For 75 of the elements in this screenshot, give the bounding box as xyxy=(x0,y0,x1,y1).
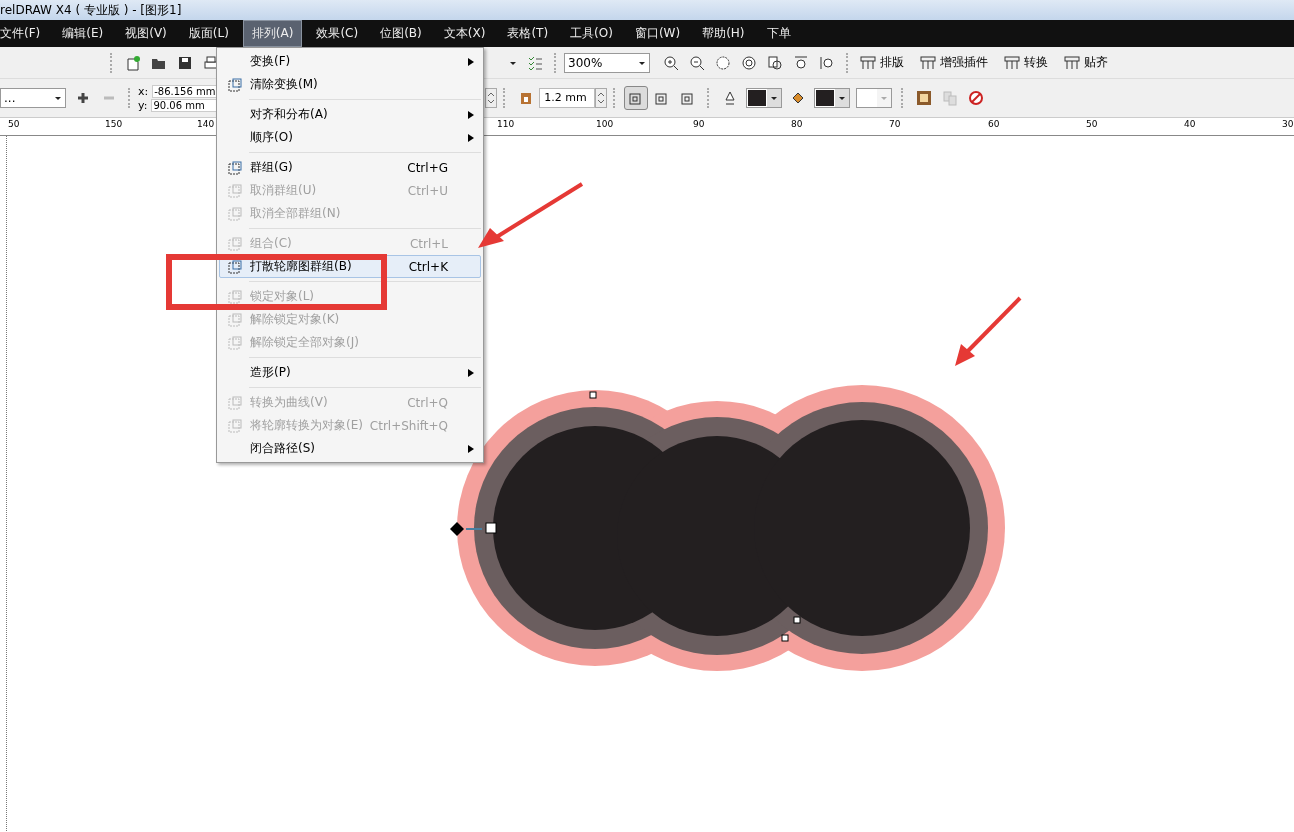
menu-item[interactable]: 群组(G) Ctrl+G xyxy=(219,156,481,179)
dropdown-caret-icon xyxy=(770,94,779,102)
x-label: x: xyxy=(138,84,149,98)
ruler-label: 80 xyxy=(791,119,803,129)
zoom-all-icon[interactable] xyxy=(741,54,757,71)
toolbar-button[interactable]: 转换 xyxy=(1000,50,1060,75)
printer-icon[interactable] xyxy=(203,54,219,71)
color-picker[interactable] xyxy=(856,88,893,108)
ruler-label: 50 xyxy=(8,119,20,129)
spinner-icon[interactable] xyxy=(595,88,608,108)
dropdown-caret-icon xyxy=(54,94,62,102)
new-document-icon[interactable] xyxy=(125,54,141,71)
menu-item[interactable]: 帮助(H) xyxy=(694,21,753,46)
menu-item[interactable]: 闭合路径(S) xyxy=(219,437,481,460)
contour-direction-toggle[interactable] xyxy=(624,86,649,110)
outline-width-field[interactable]: 1.2 mm xyxy=(539,88,596,108)
menu-item[interactable]: 窗口(W) xyxy=(626,21,689,46)
y-label: y: xyxy=(138,98,148,112)
ruler-label: 30 xyxy=(1282,119,1294,129)
menu-item[interactable]: 编辑(E) xyxy=(54,21,112,46)
ruler-label: 50 xyxy=(1086,119,1098,129)
outline-color-picker[interactable] xyxy=(746,88,783,108)
annotation-arrow xyxy=(955,296,1022,366)
zoom-selected-icon[interactable] xyxy=(715,54,731,71)
menu-item[interactable]: 视图(V) xyxy=(117,21,175,46)
toolbar-button[interactable]: 贴齐 xyxy=(1060,50,1120,75)
save-icon[interactable] xyxy=(177,54,193,71)
x-position-field[interactable]: -86.156 mm xyxy=(152,84,219,98)
menu-item[interactable]: 文件(F) xyxy=(0,21,49,46)
menu-item[interactable]: 变换(F) xyxy=(219,50,481,73)
menu-item[interactable]: 造形(P) xyxy=(219,361,481,384)
plus-icon[interactable] xyxy=(75,90,91,106)
menu-item[interactable]: 下单 xyxy=(758,21,799,46)
dropdown-caret-icon xyxy=(880,94,889,102)
ruler-label: 60 xyxy=(988,119,1000,129)
menu-item[interactable]: 顺序(O) xyxy=(219,126,481,149)
frame-icon[interactable] xyxy=(916,90,933,106)
toolbar-icon xyxy=(920,54,936,71)
toolbar-button[interactable]: 排版 xyxy=(856,50,916,75)
zoom-out-icon[interactable] xyxy=(689,54,705,71)
menu-item[interactable]: 表格(T) xyxy=(499,21,557,46)
zoom-width-icon[interactable] xyxy=(793,54,809,71)
ruler-label: 140 xyxy=(197,119,215,129)
menu-item[interactable]: 对齐和分布(A) xyxy=(219,103,481,126)
menu-item[interactable]: 文本(X) xyxy=(435,21,494,46)
zoom-in-icon[interactable] xyxy=(663,54,679,71)
ruler-label: 110 xyxy=(497,119,515,129)
menu-item[interactable]: 清除变换(M) xyxy=(219,73,481,96)
zoom-combo[interactable]: 300% xyxy=(564,52,650,73)
menu-item[interactable]: 工具(O) xyxy=(562,21,621,46)
ruler-label: 40 xyxy=(1184,119,1196,129)
toolbar-icon xyxy=(1064,54,1080,71)
selection-handles[interactable] xyxy=(450,391,801,642)
object-combo[interactable]: ... xyxy=(0,88,66,108)
ruler-label: 150 xyxy=(105,119,123,129)
menu-item[interactable]: 效果(C) xyxy=(308,21,367,46)
blob-shape-drawing[interactable] xyxy=(457,385,1005,671)
toolbar-button[interactable]: 增强插件 xyxy=(916,50,1000,75)
spinner-icon[interactable] xyxy=(485,88,498,108)
zoom-height-icon[interactable] xyxy=(819,54,835,71)
menu-item[interactable]: 位图(B) xyxy=(372,21,430,46)
menu-item[interactable]: 排列(A) xyxy=(242,20,303,47)
fill-color-picker[interactable] xyxy=(814,88,851,108)
menu-item[interactable]: 版面(L) xyxy=(180,21,237,46)
toolbar-icon xyxy=(1004,54,1020,71)
ruler-label: 70 xyxy=(889,119,901,129)
ruler-label: 100 xyxy=(596,119,614,129)
zoom-page-icon[interactable] xyxy=(767,54,783,71)
checklist-icon[interactable] xyxy=(527,54,543,71)
clear-icon[interactable] xyxy=(968,90,985,106)
window-title: relDRAW X4 ( 专业版 ) - [图形1] xyxy=(0,1,182,19)
y-position-field[interactable]: 90.06 mm xyxy=(151,98,218,112)
ruler-label: 90 xyxy=(693,119,705,129)
dropdown-caret-icon xyxy=(838,94,847,102)
toolbar-icon xyxy=(860,54,876,71)
